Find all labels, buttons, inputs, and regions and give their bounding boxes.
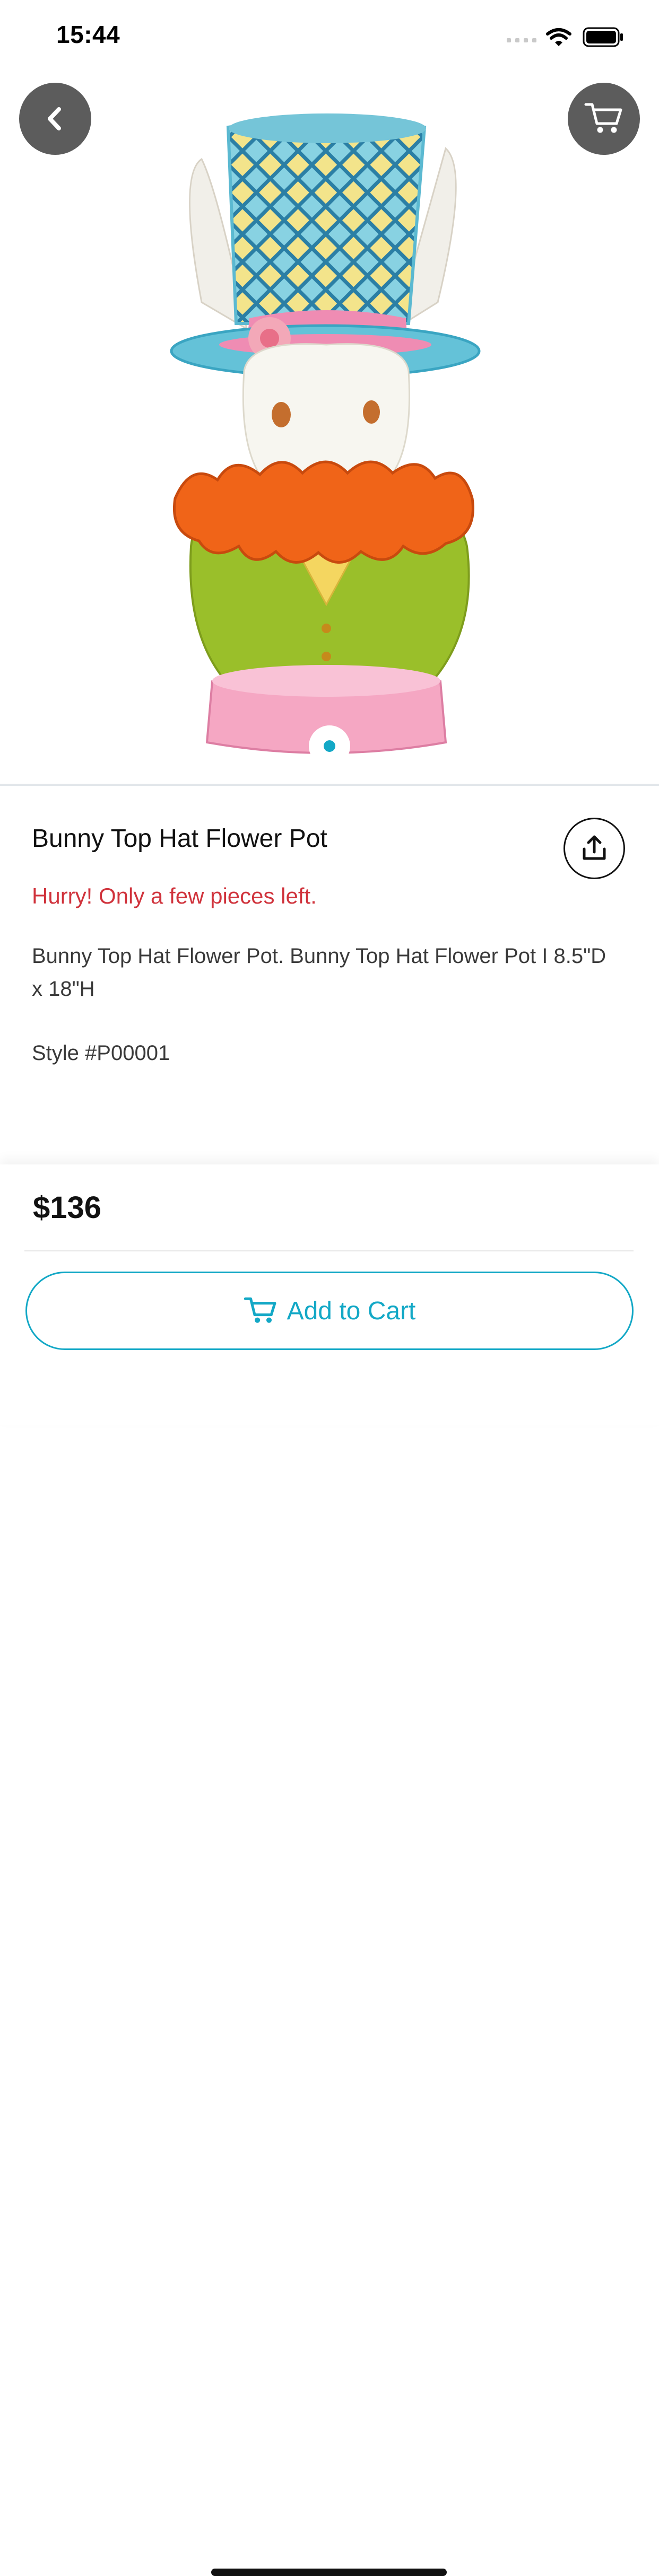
battery-icon [583,27,623,47]
cart-button[interactable] [568,83,640,155]
signal-icon [507,38,536,42]
product-style-number: Style #P00001 [32,1041,170,1065]
product-description: Bunny Top Hat Flower Pot. Bunny Top Hat … [32,944,606,1001]
stock-warning: Hurry! Only a few pieces left. [32,883,317,908]
wifi-icon [546,28,571,46]
add-to-cart-label: Add to Cart [287,1296,416,1325]
gallery-divider [0,784,659,786]
share-icon [583,835,606,860]
add-to-cart-button[interactable]: Add to Cart [25,1272,634,1350]
panel-divider [24,1250,634,1251]
product-title: Bunny Top Hat Flower Pot [32,825,327,853]
status-time: 15:44 [56,21,120,48]
share-button[interactable] [563,818,625,879]
product-price: $136 [33,1190,102,1225]
product-gallery[interactable] [0,74,659,784]
home-indicator[interactable] [211,2569,447,2576]
cart-icon [584,103,622,133]
back-button[interactable] [19,83,91,155]
carousel-indicator[interactable] [309,725,350,767]
status-bar: 15:44 [0,0,659,74]
chevron-left-icon [48,107,61,130]
purchase-panel: $136 Add to Cart [0,1164,659,2576]
carousel-dot-active [324,740,335,752]
cart-icon [244,1297,276,1323]
product-image [170,113,481,754]
